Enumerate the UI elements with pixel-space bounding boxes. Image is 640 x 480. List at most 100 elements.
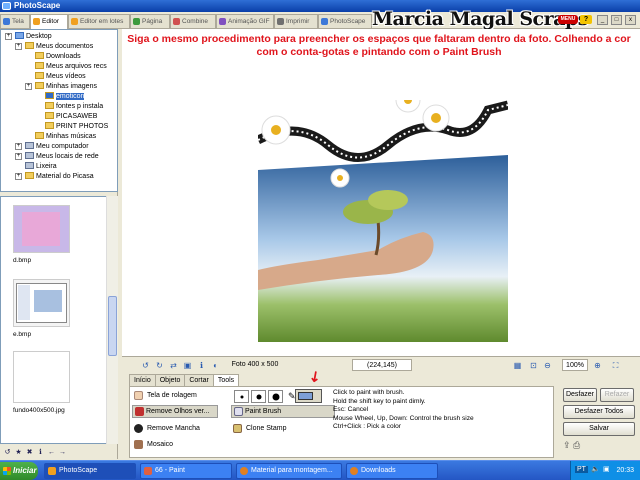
- folder-tree[interactable]: + Desktop + Meus documentos Downloads Meus ar…: [0, 29, 118, 192]
- zoom-fit-icon[interactable]: ⊡: [528, 360, 539, 371]
- tool-paint-brush[interactable]: Paint Brush: [231, 405, 335, 418]
- tab-photoscape[interactable]: PhotoScape: [318, 14, 372, 28]
- thumbnail-d[interactable]: [13, 205, 70, 253]
- scrollbar-thumb[interactable]: [108, 296, 117, 356]
- start-button[interactable]: Iniciar: [0, 462, 38, 480]
- panel-close-button[interactable]: x: [625, 15, 636, 25]
- edited-photo[interactable]: [258, 100, 508, 342]
- tree-item[interactable]: Downloads: [35, 52, 81, 62]
- expand-icon[interactable]: +: [15, 43, 22, 50]
- tab-page[interactable]: Página: [130, 14, 170, 28]
- forward-icon[interactable]: →: [58, 448, 67, 457]
- brush-size-medium[interactable]: [251, 390, 266, 403]
- delete-icon[interactable]: ✖: [25, 448, 34, 457]
- tool-remove-spot[interactable]: Remove Mancha: [134, 423, 200, 434]
- flip-icon[interactable]: ⇄: [168, 360, 179, 371]
- cursor-coords: (224,145): [352, 359, 412, 371]
- tab-label: Editor: [42, 18, 59, 25]
- tree-item[interactable]: emoticon: [45, 92, 85, 102]
- tree-item[interactable]: fontes p instala: [45, 102, 103, 112]
- taskbar-item-photoscape[interactable]: PhotoScape: [44, 463, 136, 479]
- tree-item[interactable]: Meus arquivos recs: [35, 62, 107, 72]
- rotate-left-icon[interactable]: ↺: [140, 360, 151, 371]
- rotate-left-icon[interactable]: ↺: [3, 448, 12, 457]
- tree-item[interactable]: + Meus documentos: [15, 42, 93, 52]
- tree-item[interactable]: Lixeira: [25, 162, 57, 172]
- taskbar-item-downloads[interactable]: Downloads: [346, 463, 438, 479]
- zoom-in-icon[interactable]: ⊕: [592, 360, 603, 371]
- fullscreen-icon[interactable]: ⛶: [610, 360, 621, 371]
- tree-item[interactable]: + Desktop: [5, 32, 52, 42]
- folder-icon: [45, 112, 54, 119]
- tab-combine[interactable]: Combine: [170, 14, 216, 28]
- rotate-right-icon[interactable]: ↻: [154, 360, 165, 371]
- menu-badge[interactable]: MENU: [558, 15, 578, 24]
- tool-mosaic[interactable]: Mosaico: [134, 439, 173, 450]
- thumbnail-list[interactable]: d.bmp e.bmp fundo400x500.jpg: [0, 196, 118, 444]
- folder-icon: [15, 32, 24, 39]
- thumbnail-label: d.bmp: [13, 257, 32, 264]
- expand-icon[interactable]: +: [15, 173, 22, 180]
- brush-size-large[interactable]: [268, 390, 283, 403]
- brush-color-picker[interactable]: [295, 389, 322, 403]
- back-icon[interactable]: ←: [47, 448, 56, 457]
- volume-icon[interactable]: 🔈: [591, 465, 600, 473]
- undo-button[interactable]: Desfazer: [563, 388, 597, 402]
- tab-tela[interactable]: Tela: [0, 14, 30, 28]
- help-badge[interactable]: ?: [580, 15, 592, 24]
- tree-item[interactable]: PICASAWEB: [45, 112, 97, 122]
- thumbnail-scrollbar[interactable]: [106, 196, 118, 444]
- brand-watermark: Marcia Magal Scraps: [372, 8, 588, 30]
- thumbnail-e[interactable]: [13, 279, 70, 327]
- tool-remove-red-eye[interactable]: Remove Olhos ver...: [132, 405, 218, 418]
- language-indicator[interactable]: PT: [575, 466, 588, 473]
- fit-icon[interactable]: ▣: [182, 360, 193, 371]
- info-icon[interactable]: ℹ: [36, 448, 45, 457]
- tab-print-icon: [277, 18, 284, 25]
- share-icon[interactable]: ⇪ ⎙: [563, 440, 580, 451]
- panel-minimize-button[interactable]: _: [597, 15, 608, 25]
- tool-label: Remove Olhos ver...: [146, 408, 210, 415]
- expand-icon[interactable]: +: [25, 83, 32, 90]
- tool-clone-stamp[interactable]: Clone Stamp: [233, 423, 286, 434]
- zoom-level[interactable]: 100%: [562, 359, 588, 371]
- favorite-icon[interactable]: ★: [14, 448, 23, 457]
- expand-icon[interactable]: +: [15, 143, 22, 150]
- info-icon[interactable]: ℹ: [196, 360, 207, 371]
- tree-item[interactable]: + Meu computador: [15, 142, 89, 152]
- thumbnail-label: e.bmp: [13, 331, 32, 338]
- folder-icon: [25, 172, 34, 179]
- brush-size-small[interactable]: [234, 390, 249, 403]
- photoscape-icon: [48, 467, 56, 475]
- tree-item[interactable]: + Minhas imagens: [25, 82, 97, 92]
- taskbar-item-paint[interactable]: 66 - Paint: [140, 463, 232, 479]
- folder-icon: [25, 162, 34, 169]
- tree-item[interactable]: Meus vídeos: [35, 72, 86, 82]
- redo-button[interactable]: Refazer: [600, 388, 634, 402]
- tree-item-label: Meus vídeos: [46, 73, 86, 80]
- expand-icon[interactable]: +: [5, 33, 12, 40]
- tab-print[interactable]: Imprimir: [274, 14, 318, 28]
- save-button[interactable]: Salvar: [563, 422, 635, 436]
- tree-item[interactable]: Minhas músicas: [35, 132, 96, 142]
- tree-item[interactable]: + Material do Picasa: [15, 172, 94, 182]
- taskbar-item-firefox[interactable]: Material para montagem...: [236, 463, 342, 479]
- panel-maximize-button[interactable]: □: [611, 15, 622, 25]
- tab-label: Tela: [12, 18, 24, 25]
- tree-item[interactable]: PRINT PHOTOS: [45, 122, 108, 132]
- expand-icon[interactable]: +: [15, 153, 22, 160]
- tab-editor-icon: [33, 18, 40, 25]
- tree-item-label: Minhas músicas: [46, 133, 97, 140]
- undo-all-button[interactable]: Desfazer Todos: [563, 405, 635, 419]
- tool-scroll[interactable]: Tela de rolagem: [134, 390, 197, 401]
- network-icon[interactable]: ▣: [603, 465, 610, 473]
- tab-batch-editor[interactable]: Editor em lotes: [68, 14, 130, 28]
- tab-gif[interactable]: Animação GIF: [216, 14, 274, 28]
- zoom-out-icon[interactable]: ⊖: [542, 360, 553, 371]
- tab-editor[interactable]: Editor: [30, 14, 68, 29]
- thumbnail-fundo[interactable]: [13, 351, 70, 403]
- compare-icon[interactable]: ◐: [210, 360, 221, 371]
- window-title: PhotoScape: [14, 1, 61, 10]
- tree-item[interactable]: + Meus locais de rede: [15, 152, 99, 162]
- tree-item-label: Meus arquivos recs: [46, 63, 107, 70]
